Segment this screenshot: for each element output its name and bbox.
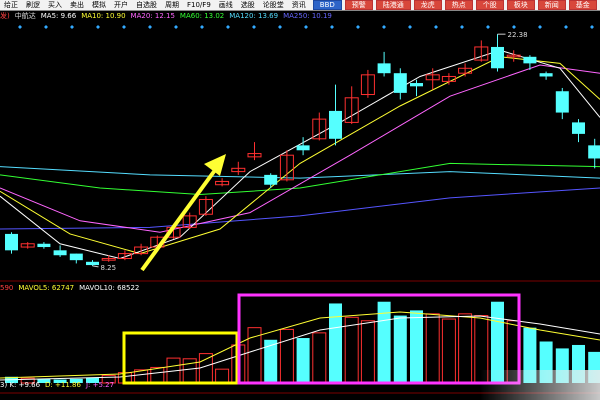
ma5-line [0,49,600,260]
candle-body [296,145,310,151]
candle-body [410,83,423,87]
marker-diamond [486,25,490,29]
candle-body [264,174,278,185]
ma60-line [0,162,600,196]
kdj-legend: 3) K: +9.66 D: +11.86 J: +5.27 [0,380,114,390]
marker-diamond [278,25,282,29]
marker-diamond [434,25,438,29]
volume-bar [264,339,278,383]
candle-body [37,243,51,248]
candle-body [393,73,407,93]
kdj-legend-item: J: +5.27 [85,381,115,389]
candle-body [53,250,67,256]
volume-legend: 590 MAVOL5: 62747 MAVOL10: 68522 [0,283,139,293]
low-label-leader [92,265,99,268]
marker-diamond [304,25,308,29]
kdj-legend-item: D: +11.86 [45,381,81,389]
marker-diamond [96,25,100,29]
marker-diamond [408,25,412,29]
candle-body [572,122,585,134]
volume-bar [425,313,440,384]
candle-body [86,261,99,266]
marker-diamond [70,25,74,29]
candle-body [523,56,537,64]
volume-bar [458,313,473,384]
watermark-overlay [480,370,600,400]
marker-diamond [330,25,334,29]
ma250-line [0,187,600,230]
marker-diamond [226,25,230,29]
marker-diamond [382,25,386,29]
marker-diamond [538,25,542,29]
volume-legend-item: MAVOL10: 68522 [79,284,140,292]
candle-body [5,233,18,251]
volume-bar [360,320,375,384]
volume-bar [329,303,342,383]
ma10-line [0,56,600,255]
marker-diamond [148,25,152,29]
marker-diamond [44,25,48,29]
volume-bar [247,327,262,384]
marker-diamond [460,25,464,29]
volume-bar [215,368,230,384]
marker-diamond [18,25,22,29]
marker-diamond [564,25,568,29]
volume-legend-item: MAVOL5: 62747 [18,284,75,292]
marker-diamond [174,25,178,29]
marker-diamond [512,25,516,29]
candle-body [377,63,391,74]
stock-chart-window: 给正 刷逻 买入 卖出 模拟 开户 自选股 周期 F10/F9 画线 选股 论股堂 资讯 BBD 预警 陆港通… [0,0,600,400]
ma120-line [0,166,600,179]
candle-body [555,91,569,113]
volume-bar [344,316,359,384]
trend-arrow-shaft [140,164,220,272]
volume-bar [312,332,327,384]
kline-chart[interactable]: 22.38 8.25 [0,0,600,400]
marker-diamond [200,25,204,29]
candle-body [491,46,504,69]
candle-body [69,253,83,261]
kdj-legend-item: 3) K: +9.66 [0,381,41,389]
volume-bar [441,318,456,384]
volume-bar [150,366,165,384]
candle-body [588,145,600,159]
volume-bar [393,315,407,383]
volume-legend-item: 590 [0,284,14,292]
high-price-label: 22.38 [508,31,528,39]
marker-diamond [356,25,360,29]
candle-body [329,110,342,139]
volume-bar [279,328,294,384]
marker-diamond [122,25,126,29]
marker-diamond [252,25,256,29]
marker-diamond [590,25,594,29]
volume-bar [296,338,310,383]
volume-bar [198,353,213,384]
candle-body [539,73,553,77]
low-price-label: 8.25 [101,264,117,272]
volume-bar [410,310,423,383]
